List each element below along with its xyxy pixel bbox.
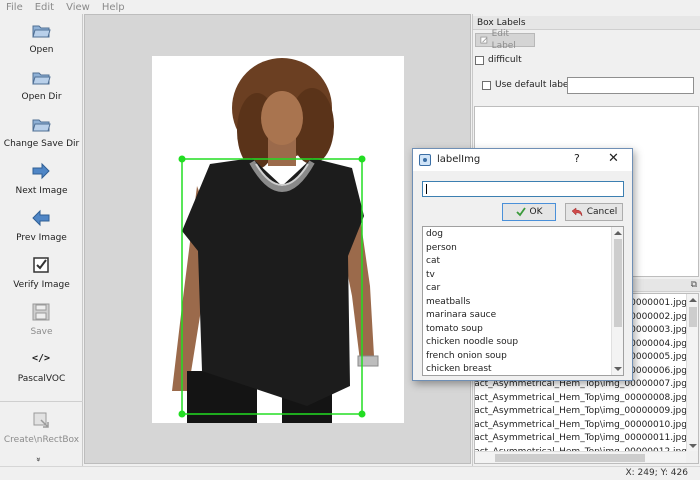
next-image-label: Next Image: [15, 186, 68, 196]
folder-icon: [32, 72, 51, 85]
label-option[interactable]: chicken breast: [426, 363, 611, 375]
file-list-item-label: ostract_Asymmetrical_Hem_Top\img_0000000…: [475, 406, 687, 416]
cancel-label: Cancel: [586, 207, 618, 217]
create-box-icon: [33, 412, 49, 428]
file-list-item-label: ostract_Asymmetrical_Hem_Top\img_0000000…: [475, 392, 687, 403]
verify-image-button[interactable]: Verify Image: [0, 249, 83, 296]
help-icon[interactable]: ?: [574, 152, 580, 165]
menu-file[interactable]: File: [6, 2, 23, 13]
list-scroll-down-icon[interactable]: [614, 367, 622, 371]
label-option[interactable]: dog: [426, 228, 611, 242]
check-icon: [515, 207, 526, 217]
toolbar: Open Open Dir Change Save Dir Next Image…: [0, 14, 83, 466]
cursor-coordinates: X: 249; Y: 426: [625, 468, 688, 478]
label-option[interactable]: chicken noodle soup: [426, 336, 611, 350]
save-label: Save: [30, 327, 53, 337]
label-options-scrollbar[interactable]: [611, 227, 623, 375]
code-icon: </>: [31, 353, 51, 364]
scroll-corner: [686, 451, 698, 463]
file-list-item[interactable]: ostract_Asymmetrical_Hem_Top\img_0000000…: [475, 392, 687, 406]
label-options-list[interactable]: dog person cat tv car meatballs marinara sauce…: [422, 226, 624, 376]
edit-label-text: Edit Label: [491, 29, 516, 51]
menu-edit[interactable]: Edit: [35, 2, 54, 13]
label-option[interactable]: french onion soup: [426, 350, 611, 364]
bbox-handle-top-left[interactable]: [178, 155, 186, 163]
bbox-handle-bottom-right[interactable]: [358, 410, 366, 418]
format-toggle-button[interactable]: </> PascalVOC: [0, 343, 83, 390]
file-list-item[interactable]: ostract_Asymmetrical_Hem_Top\img_0000001…: [475, 432, 687, 446]
ok-label: OK: [529, 207, 543, 217]
file-list-vscrollbar[interactable]: [686, 294, 698, 452]
open-button[interactable]: Open: [0, 14, 83, 61]
text-caret: [426, 184, 427, 194]
create-rectbox-button[interactable]: Create\nRectBox: [0, 404, 83, 451]
list-scroll-up-icon[interactable]: [614, 231, 622, 235]
file-list-hscrollbar[interactable]: [475, 451, 687, 463]
save-button[interactable]: Save: [0, 296, 83, 343]
label-options-scroll-thumb[interactable]: [614, 239, 622, 327]
edit-icon: [480, 36, 488, 43]
dialog-title: labelImg: [437, 154, 481, 165]
change-save-dir-label: Change Save Dir: [3, 139, 80, 149]
difficult-label: difficult: [488, 55, 522, 65]
file-list-scroll-thumb[interactable]: [689, 307, 697, 327]
toolbar-divider: [0, 401, 83, 402]
file-list-item-label: ostract_Asymmetrical_Hem_Top\img_0000001…: [475, 419, 687, 430]
folder-save-icon: [32, 119, 51, 132]
bbox-handle-top-right[interactable]: [358, 155, 366, 163]
folder-open-icon: [32, 25, 51, 38]
prev-image-label: Prev Image: [16, 233, 67, 243]
default-label-input[interactable]: [567, 77, 694, 94]
label-option[interactable]: tomato soup: [426, 323, 611, 337]
change-save-dir-button[interactable]: Change Save Dir: [0, 108, 83, 155]
label-options: dog person cat tv car meatballs marinara sauce…: [426, 228, 611, 375]
verify-image-label: Verify Image: [13, 280, 70, 290]
statusbar: X: 249; Y: 426: [0, 466, 700, 480]
label-option[interactable]: marinara sauce: [426, 309, 611, 323]
open-label: Open: [29, 45, 54, 55]
bounding-box[interactable]: [181, 158, 363, 415]
file-list-item[interactable]: ostract_Asymmetrical_Hem_Top\img_0000000…: [475, 405, 687, 419]
labelimg-app-icon: [419, 154, 431, 166]
file-list-item[interactable]: ostract_Asymmetrical_Hem_Top\img_0000001…: [475, 419, 687, 433]
ok-button[interactable]: OK: [502, 203, 556, 221]
close-icon[interactable]: ✕: [608, 151, 619, 166]
create-rectbox-label: Create\nRectBox: [3, 435, 80, 445]
menubar: File Edit View Help: [0, 0, 700, 14]
label-dialog: labelImg ? ✕ OK Cancel dog person cat tv car…: [412, 148, 633, 381]
save-disk-icon: [32, 303, 50, 321]
bbox-handle-bottom-left[interactable]: [178, 410, 186, 418]
next-image-button[interactable]: Next Image: [0, 155, 83, 202]
arrow-left-icon: [32, 209, 50, 227]
label-input[interactable]: [422, 181, 624, 197]
menu-view[interactable]: View: [66, 2, 90, 13]
menu-help[interactable]: Help: [102, 2, 125, 13]
label-option[interactable]: person: [426, 242, 611, 256]
label-option[interactable]: car: [426, 282, 611, 296]
file-list-hscroll-thumb[interactable]: [495, 454, 645, 462]
cancel-button[interactable]: Cancel: [565, 203, 623, 221]
label-option[interactable]: tv: [426, 269, 611, 283]
difficult-checkbox[interactable]: [475, 56, 484, 65]
prev-image-button[interactable]: Prev Image: [0, 202, 83, 249]
scroll-down-icon[interactable]: [689, 444, 697, 448]
scroll-up-icon[interactable]: [689, 298, 697, 302]
label-option[interactable]: meatballs: [426, 296, 611, 310]
label-option[interactable]: cat: [426, 255, 611, 269]
undo-arrow-icon: [571, 207, 582, 217]
checkbox-icon: [33, 257, 49, 273]
toolbar-more-icon[interactable]: »: [34, 457, 43, 462]
use-default-label-checkbox[interactable]: [482, 81, 491, 90]
float-dock-icon[interactable]: ⧉: [691, 279, 697, 291]
dialog-titlebar[interactable]: labelImg ? ✕: [413, 149, 632, 171]
open-dir-label: Open Dir: [21, 92, 62, 102]
arrow-right-icon: [32, 162, 50, 180]
format-label: PascalVOC: [17, 374, 66, 384]
use-default-label-label: Use default label: [495, 80, 571, 90]
file-list-item-label: ostract_Asymmetrical_Hem_Top\img_0000001…: [475, 433, 687, 443]
open-dir-button[interactable]: Open Dir: [0, 61, 83, 108]
edit-label-button[interactable]: Edit Label: [475, 29, 535, 51]
